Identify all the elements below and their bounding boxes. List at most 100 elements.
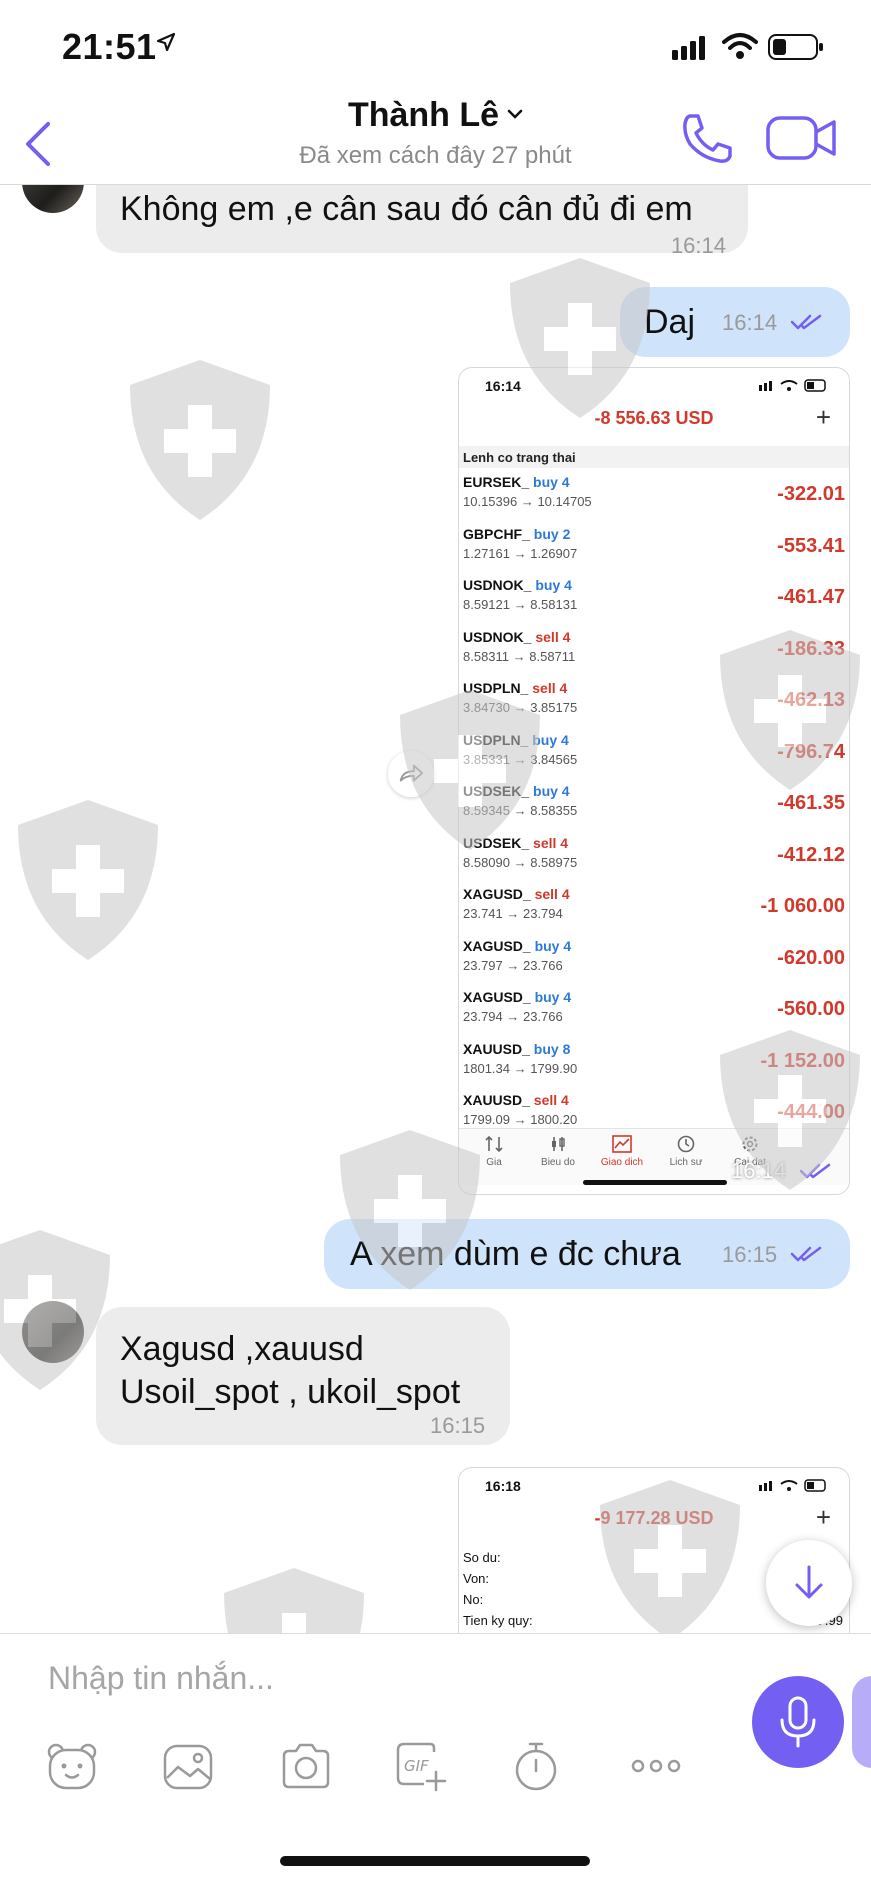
tab-giao-dich: Giao dich <box>587 1135 657 1168</box>
svg-text:GIF: GIF <box>404 1757 429 1775</box>
watermark-shield-icon <box>130 360 270 520</box>
order-side: buy 2 <box>533 525 571 542</box>
video-call-icon[interactable] <box>766 116 836 160</box>
order-prices: 23.741 → 23.794 <box>463 906 563 921</box>
last-seen-status: Đã xem cách đây 27 phút <box>299 142 572 169</box>
watermark-shield-icon <box>600 1480 740 1633</box>
message-bubble-incoming[interactable]: Không em ,e cân sau đó cân đủ đi em 16:1… <box>96 185 748 258</box>
order-prices: 1801.34 → 1799.90 <box>463 1060 578 1076</box>
watermark-shield-icon <box>400 690 540 850</box>
order-side: buy 4 <box>534 989 572 1005</box>
secondary-action-button[interactable] <box>852 1676 871 1768</box>
order-symbol: GBPCHF_ buy 2 <box>463 525 571 542</box>
order-side: buy 4 <box>534 937 572 954</box>
order-prices: 8.59121 → 8.58131 <box>463 597 578 612</box>
location-arrow-icon <box>156 32 176 52</box>
cellular-signal-icon <box>672 36 705 60</box>
order-symbol: EURSEK_ buy 4 <box>463 474 570 490</box>
order-side: sell 4 <box>535 628 571 645</box>
order-pnl: -553.41 <box>777 534 845 557</box>
contact-avatar[interactable] <box>22 185 84 213</box>
order-symbol: XAUUSD_ buy 8 <box>463 1040 571 1057</box>
orders-section-label: Lenh co trang thai <box>463 450 576 465</box>
message-text-line1: Xagusd ,xauusd <box>120 1330 364 1368</box>
order-pnl: -620.00 <box>777 946 845 969</box>
order-prices: 1.27161 → 1.26907 <box>463 545 578 561</box>
order-pnl: -412.12 <box>777 843 845 866</box>
screenshot-home-indicator <box>583 1180 727 1185</box>
account-row: Tien ky quy: <box>463 1613 533 1628</box>
message-text: Không em ,e cân sau đó cân đủ đi em <box>120 190 693 228</box>
account-row: So du: <box>463 1550 501 1565</box>
order-side: sell 4 <box>534 886 570 902</box>
watermark-shield-icon <box>340 1130 480 1290</box>
order-symbol: USDNOK_ buy 4 <box>463 577 572 593</box>
contact-name: Thành Lê <box>347 96 500 134</box>
watermark-shield-icon <box>18 800 158 960</box>
order-pnl: -461.35 <box>777 792 845 814</box>
tab-bieu-do: Bieu do <box>523 1135 593 1168</box>
order-pnl: -322.01 <box>777 483 845 505</box>
order-prices: 8.58090 → 8.58975 <box>463 854 578 870</box>
order-pnl: -560.00 <box>777 998 845 1020</box>
chat-area[interactable]: Không em ,e cân sau đó cân đủ đi em 16:1… <box>0 185 871 1633</box>
scroll-to-bottom-button[interactable] <box>766 1540 852 1626</box>
arrow-down-icon <box>795 1565 823 1599</box>
microphone-icon <box>780 1696 816 1748</box>
watermark-shield-icon <box>510 258 650 418</box>
plus-icon: + <box>815 1502 831 1532</box>
voice-message-button[interactable] <box>752 1676 844 1768</box>
watermark-shield-icon <box>224 1568 364 1633</box>
order-side: buy 8 <box>533 1040 571 1057</box>
order-prices: 8.58311 → 8.58711 <box>463 648 576 664</box>
chevron-down-icon <box>507 109 523 119</box>
order-row: XAGUSD_ sell 4 23.741 → 23.794 -1 060.00 <box>459 882 849 934</box>
message-time: 16:15 <box>722 1242 778 1267</box>
phone-call-icon[interactable] <box>682 112 732 164</box>
account-row: No: <box>463 1592 484 1607</box>
home-indicator <box>280 1856 590 1866</box>
order-row: EURSEK_ buy 4 10.15396 → 10.14705 -322.01 <box>459 470 849 522</box>
order-symbol: XAUUSD_ sell 4 <box>463 1092 569 1108</box>
plus-icon: + <box>815 402 831 432</box>
order-row: XAGUSD_ buy 4 23.797 → 23.766 -620.00 <box>459 934 849 986</box>
message-bubble-incoming[interactable]: Xagusd ,xauusd Usoil_spot , ukoil_spot 1… <box>96 1307 510 1445</box>
order-prices: 23.794 → 23.766 <box>463 1009 563 1024</box>
order-symbol: XAGUSD_ buy 4 <box>463 937 572 954</box>
camera-icon[interactable] <box>278 1738 334 1794</box>
read-ticks-icon <box>790 1246 822 1262</box>
message-input[interactable]: Nhập tin nhắn... <box>48 1660 274 1697</box>
gif-icon[interactable]: GIF <box>392 1738 448 1794</box>
timer-icon[interactable] <box>508 1738 564 1794</box>
order-side: sell 4 <box>533 1092 569 1108</box>
order-symbol: XAGUSD_ buy 4 <box>463 989 572 1005</box>
read-ticks-icon <box>790 314 822 330</box>
screenshot-time: 16:18 <box>485 1478 521 1494</box>
order-row: GBPCHF_ buy 2 1.27161 → 1.26907 -553.41 <box>459 522 849 574</box>
order-symbol: USDNOK_ sell 4 <box>463 628 571 645</box>
order-prices: 23.797 → 23.766 <box>463 957 563 973</box>
order-side: buy 4 <box>535 577 572 593</box>
message-time: 16:14 <box>670 233 726 258</box>
screenshot-status-icons <box>759 379 826 392</box>
account-row: Von: <box>463 1571 490 1586</box>
sticker-bear-icon[interactable] <box>44 1738 100 1794</box>
screenshot-status-icons <box>759 1479 826 1492</box>
order-row: USDNOK_ buy 4 8.59121 → 8.58131 -461.47 <box>459 573 849 625</box>
order-prices: 10.15396 → 10.14705 <box>463 494 592 509</box>
watermark-shield-icon <box>720 630 860 790</box>
watermark-shield-icon <box>0 1230 110 1390</box>
contact-name-button[interactable]: Thành Lê <box>0 96 871 135</box>
gallery-image-icon[interactable] <box>160 1738 216 1794</box>
battery-icon <box>768 34 823 60</box>
message-time: 16:15 <box>430 1413 486 1438</box>
more-options-icon[interactable] <box>628 1738 684 1794</box>
watermark-shield-icon <box>720 1030 860 1190</box>
order-pnl: -1 060.00 <box>760 895 845 917</box>
order-symbol: XAGUSD_ sell 4 <box>463 886 570 902</box>
message-text-line2: Usoil_spot , ukoil_spot <box>120 1373 461 1411</box>
status-time: 21:51 <box>62 26 157 67</box>
wifi-icon <box>722 33 758 59</box>
order-pnl: -461.47 <box>777 586 845 608</box>
order-side: buy 4 <box>533 474 570 490</box>
